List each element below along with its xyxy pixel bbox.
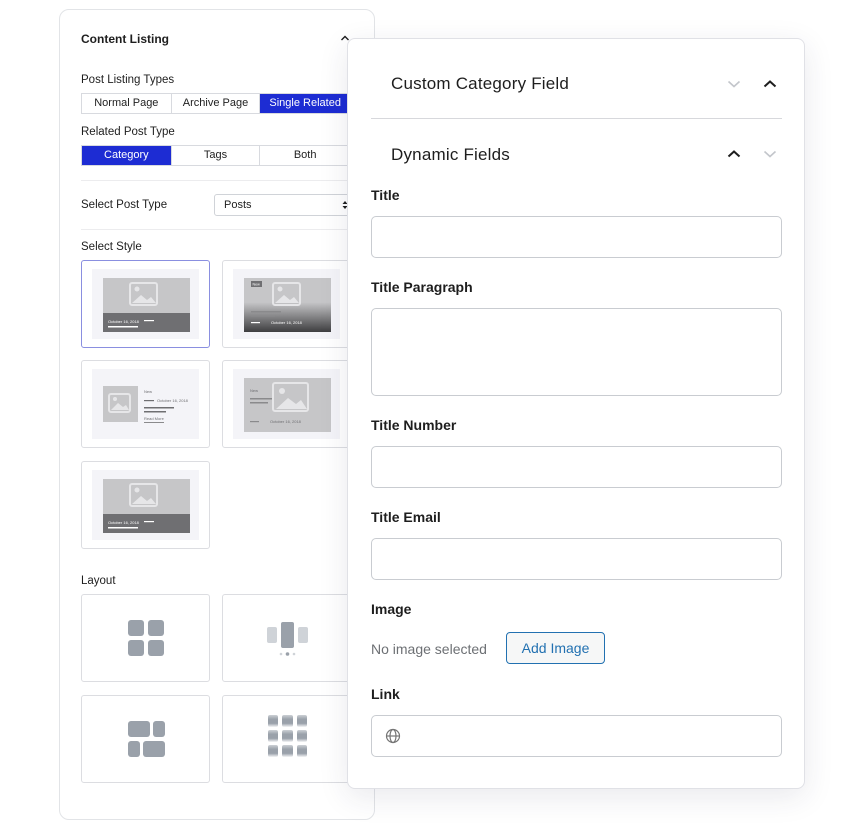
divider — [81, 180, 361, 181]
layout-option-grid[interactable] — [81, 594, 210, 682]
content-listing-panel: Content Listing Post Listing Types Norma… — [59, 9, 375, 820]
select-style-label: Select Style — [81, 241, 142, 253]
style-option-1[interactable]: October 16, 2018 — [81, 260, 210, 348]
grid-layout-icon — [128, 620, 164, 656]
style-option-5[interactable]: October 16, 2018 — [81, 461, 210, 549]
thumb-badge: New — [144, 389, 152, 394]
title-email-label: Title Email — [371, 509, 441, 525]
thumb-date: October 16, 2018 — [271, 320, 303, 325]
post-listing-types-control: Normal Page Archive Page Single Related — [81, 93, 351, 114]
title-paragraph-label: Title Paragraph — [371, 279, 473, 295]
option-tags[interactable]: Tags — [171, 146, 261, 165]
chevron-up-icon[interactable] — [726, 146, 742, 162]
ticker-layout-icon — [268, 715, 307, 757]
section-divider — [371, 118, 782, 119]
post-type-select[interactable]: Posts — [214, 194, 354, 216]
post-listing-types-label: Post Listing Types — [81, 74, 175, 86]
card-preview-image-icon: New October 16, 2018 Read More — [103, 386, 189, 423]
card-preview-image-icon: New October 16, 2018 — [244, 278, 331, 332]
panel-title: Content Listing — [81, 32, 169, 46]
chevron-up-icon[interactable] — [762, 76, 778, 92]
style-thumbnail: New October 16, 2018 — [233, 269, 340, 339]
select-post-type-label: Select Post Type — [81, 199, 168, 211]
chevron-down-icon[interactable] — [726, 76, 742, 92]
style-option-2[interactable]: New October 16, 2018 — [222, 260, 351, 348]
style-thumbnail: New October 16, 2018 — [233, 369, 340, 439]
related-post-type-label: Related Post Type — [81, 126, 175, 138]
dynamic-fields-panel: Custom Category Field Dynamic Fields Tit… — [347, 38, 805, 789]
option-both[interactable]: Both — [260, 146, 350, 165]
layout-label: Layout — [81, 575, 116, 587]
masonry-layout-icon — [128, 721, 165, 757]
layout-option-slider[interactable] — [222, 594, 351, 682]
related-post-type-control: Category Tags Both — [81, 145, 351, 166]
link-label: Link — [371, 686, 400, 702]
title-number-input[interactable] — [371, 446, 782, 488]
thumb-date: October 16, 2018 — [157, 398, 189, 403]
title-number-label: Title Number — [371, 417, 457, 433]
card-preview-image-icon: October 16, 2018 — [103, 479, 190, 533]
thumb-date: October 16, 2018 — [108, 319, 140, 324]
title-label: Title — [371, 187, 400, 203]
thumb-badge: New — [250, 388, 258, 393]
image-label: Image — [371, 601, 412, 617]
card-preview-image-icon: New October 16, 2018 — [244, 378, 331, 432]
no-image-text: No image selected — [371, 641, 487, 657]
custom-category-field-heading[interactable]: Custom Category Field — [391, 74, 569, 94]
style-option-3[interactable]: New October 16, 2018 Read More — [81, 360, 210, 448]
thumb-date: October 16, 2018 — [270, 419, 302, 424]
option-normal-page[interactable]: Normal Page — [82, 94, 172, 113]
dynamic-fields-heading[interactable]: Dynamic Fields — [391, 145, 510, 165]
chevron-down-icon[interactable] — [762, 146, 778, 162]
layout-option-ticker[interactable] — [222, 695, 351, 783]
option-single-related[interactable]: Single Related — [260, 94, 350, 113]
slider-layout-icon — [267, 622, 308, 656]
title-email-input[interactable] — [371, 538, 782, 580]
option-archive-page[interactable]: Archive Page — [171, 94, 261, 113]
style-thumbnail: October 16, 2018 — [92, 269, 199, 339]
style-thumbnail: October 16, 2018 — [92, 470, 199, 540]
layout-option-masonry[interactable] — [81, 695, 210, 783]
style-thumbnail: New October 16, 2018 Read More — [92, 369, 199, 439]
thumb-badge: New — [253, 283, 261, 287]
thumb-date: October 16, 2018 — [108, 520, 140, 525]
link-input[interactable] — [371, 715, 782, 757]
option-category[interactable]: Category — [82, 146, 172, 165]
add-image-button[interactable]: Add Image — [506, 632, 605, 664]
divider — [81, 229, 361, 230]
card-preview-image-icon: October 16, 2018 — [103, 278, 190, 332]
thumb-read-more: Read More — [144, 416, 165, 421]
style-option-4[interactable]: New October 16, 2018 — [222, 360, 351, 448]
globe-icon — [385, 728, 401, 744]
title-input[interactable] — [371, 216, 782, 258]
post-type-select-value: Posts — [224, 199, 252, 211]
title-paragraph-textarea[interactable] — [371, 308, 782, 396]
